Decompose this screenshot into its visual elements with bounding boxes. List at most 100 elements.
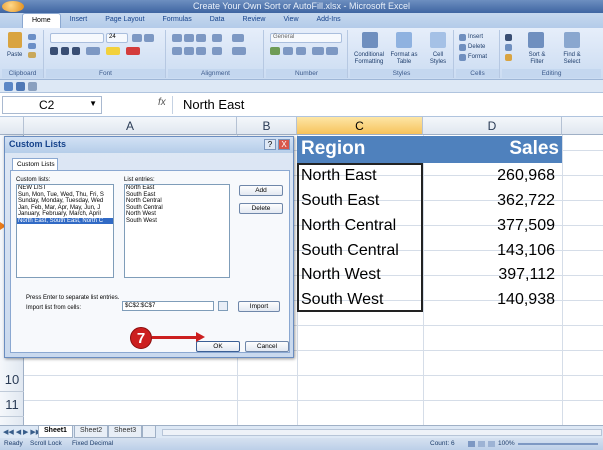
tab-data[interactable]: Data [201, 13, 234, 28]
bold-icon[interactable] [50, 47, 58, 55]
normal-view-icon[interactable] [468, 441, 475, 447]
tab-formulas[interactable]: Formulas [154, 13, 201, 28]
column-header-e[interactable] [562, 117, 603, 135]
format-cells-label[interactable]: Format [468, 54, 487, 61]
sheet-nav-icon[interactable]: ◀◀ ◀ ▶ ▶▶ [3, 428, 41, 436]
fill-icon[interactable] [505, 44, 512, 51]
select-all-corner[interactable] [0, 117, 24, 135]
autosum-icon[interactable] [505, 34, 512, 41]
cell-d2[interactable]: 260,968 [497, 167, 555, 185]
align-left-icon[interactable] [172, 47, 182, 55]
number-format-select[interactable]: General [270, 33, 342, 43]
underline-icon[interactable] [72, 47, 80, 55]
insert-sheet-icon[interactable] [142, 426, 156, 438]
align-center-icon[interactable] [184, 47, 194, 55]
sheet-tab-3[interactable]: Sheet3 [108, 426, 143, 438]
delete-cells-label[interactable]: Delete [468, 44, 485, 51]
align-top-icon[interactable] [172, 34, 182, 42]
zoom-slider[interactable] [518, 443, 598, 445]
tab-home[interactable]: Home [22, 13, 61, 28]
page-break-view-icon[interactable] [488, 441, 495, 447]
insert-cells-label[interactable]: Insert [468, 34, 483, 41]
header-region[interactable]: Region [301, 138, 365, 160]
comma-icon[interactable] [296, 47, 306, 55]
add-button[interactable]: Add [239, 185, 283, 196]
currency-icon[interactable] [270, 47, 280, 55]
italic-icon[interactable] [61, 47, 69, 55]
header-sales[interactable]: Sales [509, 138, 559, 160]
shrink-font-icon[interactable] [144, 34, 154, 42]
increase-decimal-icon[interactable] [312, 47, 324, 55]
list-item[interactable]: January, February, March, April [17, 211, 113, 218]
row-header-11[interactable]: 11 [0, 392, 24, 417]
tab-insert[interactable]: Insert [61, 13, 97, 28]
tab-custom-lists[interactable]: Custom Lists [12, 158, 58, 170]
cell-d7[interactable]: 140,938 [497, 291, 555, 309]
indent-icon[interactable] [212, 47, 222, 55]
find-select-icon[interactable] [564, 32, 580, 48]
align-bottom-icon[interactable] [196, 34, 206, 42]
percent-icon[interactable] [283, 47, 293, 55]
close-icon[interactable]: X [278, 139, 290, 150]
page-layout-view-icon[interactable] [478, 441, 485, 447]
conditional-formatting-icon[interactable] [362, 32, 378, 48]
name-box[interactable]: C2 ▼ [2, 96, 102, 114]
cell-d6[interactable]: 397,112 [498, 266, 555, 284]
column-header-d[interactable]: D [423, 117, 562, 135]
tab-review[interactable]: Review [234, 13, 275, 28]
align-right-icon[interactable] [196, 47, 206, 55]
sheet-tab-1[interactable]: Sheet1 [38, 426, 73, 438]
borders-icon[interactable] [86, 47, 100, 55]
insert-cells-icon[interactable] [459, 34, 466, 41]
cell-d5[interactable]: 143,106 [497, 242, 555, 260]
font-color-icon[interactable] [126, 47, 140, 55]
cell-d4[interactable]: 377,509 [497, 217, 555, 235]
merge-center-icon[interactable] [232, 47, 246, 55]
redo-icon[interactable] [28, 82, 37, 91]
format-painter-icon[interactable] [28, 52, 36, 58]
column-header-b[interactable]: B [237, 117, 297, 135]
ok-button[interactable]: OK [196, 341, 240, 352]
format-table-icon[interactable] [396, 32, 412, 48]
import-button[interactable]: Import [238, 301, 280, 312]
formula-input[interactable]: North East [172, 96, 601, 114]
cell-d3[interactable]: 362,722 [497, 192, 555, 210]
tab-page-layout[interactable]: Page Layout [96, 13, 153, 28]
sort-filter-icon[interactable] [528, 32, 544, 48]
font-size-select[interactable]: 24 [106, 33, 128, 43]
clear-icon[interactable] [505, 54, 512, 61]
delete-button[interactable]: Delete [239, 203, 283, 214]
cancel-button[interactable]: Cancel [245, 341, 289, 352]
grow-font-icon[interactable] [132, 34, 142, 42]
list-entries-textbox[interactable]: North East South East North Central Sout… [124, 184, 230, 278]
undo-icon[interactable] [16, 82, 25, 91]
list-item-selected[interactable]: North East, South East, North C [17, 217, 113, 224]
cut-icon[interactable] [28, 34, 36, 40]
column-header-a[interactable]: A [24, 117, 237, 135]
font-name-select[interactable] [50, 33, 104, 43]
office-button[interactable] [2, 1, 24, 12]
help-icon[interactable]: ? [264, 139, 276, 150]
wrap-text-icon[interactable] [232, 34, 244, 42]
save-icon[interactable] [4, 82, 13, 91]
custom-lists-listbox[interactable]: NEW LIST Sun, Mon, Tue, Wed, Thu, Fri, S… [16, 184, 114, 278]
fill-color-icon[interactable] [106, 47, 120, 55]
format-cells-icon[interactable] [459, 54, 466, 61]
zoom-level[interactable]: 100% [498, 438, 515, 450]
align-middle-icon[interactable] [184, 34, 194, 42]
import-range-input[interactable]: $C$2:$C$7 [122, 301, 214, 311]
chevron-down-icon[interactable]: ▼ [89, 99, 97, 108]
list-item[interactable]: Sunday, Monday, Tuesday, Wed [17, 198, 113, 205]
tab-view[interactable]: View [274, 13, 307, 28]
orientation-icon[interactable] [212, 34, 222, 42]
column-header-c[interactable]: C [297, 117, 423, 135]
paste-icon[interactable] [8, 32, 22, 48]
insert-function-icon[interactable]: fx [158, 97, 166, 108]
horizontal-scrollbar[interactable] [162, 429, 602, 436]
row-header-10[interactable]: 10 [0, 367, 24, 392]
cell-styles-icon[interactable] [430, 32, 446, 48]
collapse-dialog-icon[interactable] [218, 301, 228, 311]
delete-cells-icon[interactable] [459, 44, 466, 51]
decrease-decimal-icon[interactable] [326, 47, 338, 55]
sheet-tab-2[interactable]: Sheet2 [74, 426, 109, 438]
